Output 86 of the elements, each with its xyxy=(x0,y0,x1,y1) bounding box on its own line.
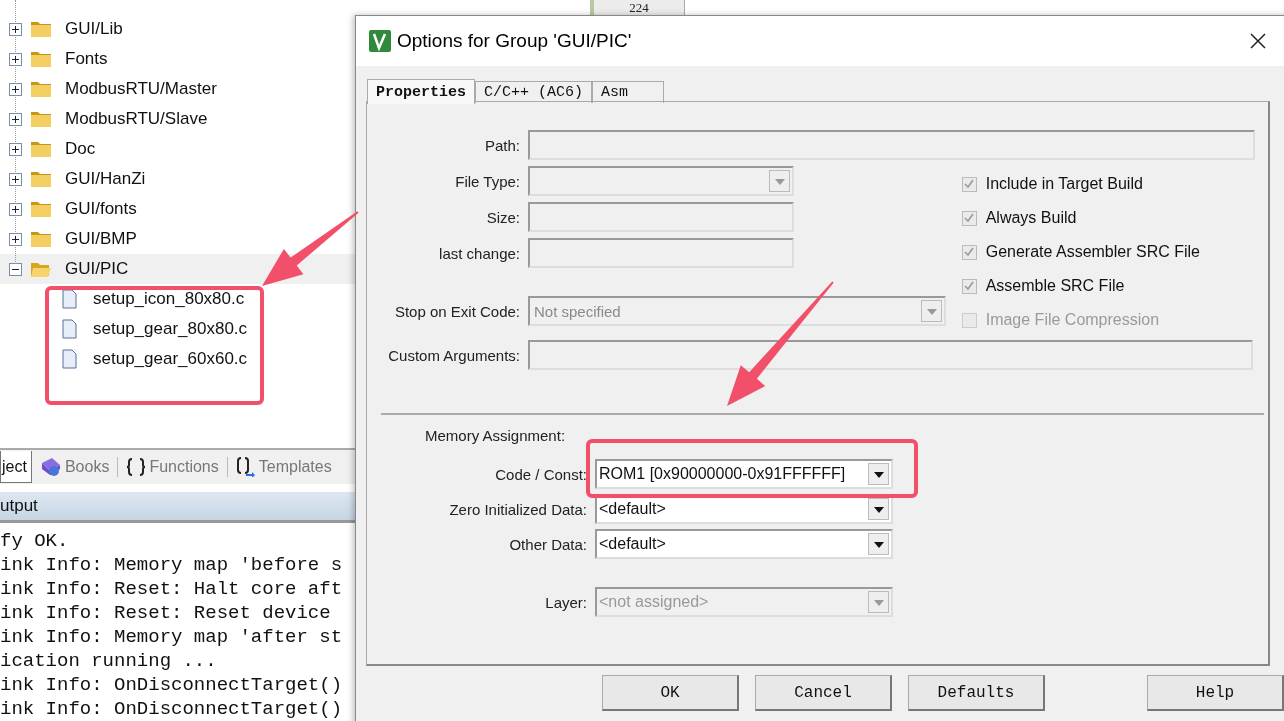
log-line: ink Info: Memory map 'after st xyxy=(0,625,343,649)
expand-icon[interactable] xyxy=(9,172,22,186)
checkbox[interactable] xyxy=(961,278,977,294)
log-line: ink Info: OnDisconnectTarget() xyxy=(0,673,343,697)
expand-icon[interactable] xyxy=(9,82,22,96)
folder-icon xyxy=(30,20,52,38)
field-label: File Type: xyxy=(454,172,520,190)
folder-icon xyxy=(30,110,52,128)
app-icon xyxy=(369,30,391,52)
panel-tab[interactable]: Templates xyxy=(231,451,336,483)
checkbox[interactable] xyxy=(961,244,977,260)
dialog-button[interactable]: Cancel xyxy=(755,675,892,711)
folder-label[interactable]: Fonts xyxy=(65,49,108,69)
dialog-title: Options for Group 'GUI/PIC' xyxy=(397,30,632,52)
field-label: Other Data: xyxy=(508,535,587,553)
file-label[interactable]: setup_gear_60x60.c xyxy=(93,349,248,369)
folder-label[interactable]: Doc xyxy=(65,139,96,159)
field-label: Layer: xyxy=(544,593,587,611)
panel-title: utput xyxy=(0,496,38,516)
folder-label[interactable]: GUI/Lib xyxy=(65,19,123,39)
checkbox-label: Always Build xyxy=(985,209,1077,227)
size-field[interactable] xyxy=(528,202,794,232)
checkbox-label: Assemble SRC File xyxy=(985,277,1125,295)
log-line: ink Info: Memory map 'before s xyxy=(0,553,343,577)
field-label: Size: xyxy=(485,208,520,226)
log-line: ink Info: Reset: Reset device xyxy=(0,601,332,625)
last-change-field[interactable] xyxy=(528,238,794,268)
field-label: Custom Arguments: xyxy=(387,346,520,364)
section-heading: Memory Assignment: xyxy=(425,427,567,444)
folder-icon xyxy=(30,50,52,68)
dialog-tab[interactable]: C/C++ (AC6) xyxy=(475,81,593,103)
panel-tab[interactable]: ject xyxy=(0,451,32,483)
custom-arguments-field[interactable] xyxy=(528,340,1253,370)
folder-icon xyxy=(30,80,52,98)
line-number: 224 xyxy=(629,1,649,15)
folder-label[interactable]: GUI/BMP xyxy=(65,229,137,249)
dialog-button[interactable]: Defaults xyxy=(908,675,1045,711)
folder-label[interactable]: GUI/HanZi xyxy=(65,169,146,189)
log-line: ication running ... xyxy=(0,649,217,673)
field-label: Zero Initialized Data: xyxy=(448,500,587,518)
dialog-tab[interactable]: Properties xyxy=(367,79,475,104)
folder-icon xyxy=(30,140,52,158)
file-icon xyxy=(62,319,77,339)
expand-icon[interactable] xyxy=(9,22,22,36)
checkbox-label: Include in Target Build xyxy=(985,175,1143,193)
folder-label[interactable]: GUI/PIC xyxy=(65,259,129,279)
template-icon xyxy=(235,457,256,477)
panel-tab[interactable]: Books xyxy=(35,451,114,483)
folder-label[interactable]: ModbusRTU/Slave xyxy=(65,109,208,129)
memory-dropdown[interactable]: <default> xyxy=(595,529,893,559)
file-label[interactable]: setup_gear_80x80.c xyxy=(93,319,248,339)
dialog-tab[interactable]: Asm xyxy=(592,81,665,103)
expand-icon[interactable] xyxy=(9,52,22,66)
log-line: ink Info: Reset: Halt core aft xyxy=(0,577,343,601)
dialog-button[interactable]: Help xyxy=(1147,675,1284,711)
path-field[interactable] xyxy=(528,130,1255,160)
field-label: Stop on Exit Code: xyxy=(393,302,520,320)
panel-tab[interactable]: Functions xyxy=(122,451,223,483)
folder-label[interactable]: GUI/fonts xyxy=(65,199,137,219)
memory-dropdown[interactable]: ROM1 [0x90000000-0x91FFFFFF] xyxy=(595,459,893,489)
file-icon xyxy=(62,289,77,309)
log-line: ink Info: OnDisconnectTarget() xyxy=(0,697,343,721)
close-icon[interactable] xyxy=(1249,32,1267,50)
open-folder-icon xyxy=(30,260,52,278)
expand-icon[interactable] xyxy=(9,112,22,126)
expand-icon[interactable] xyxy=(9,202,22,216)
field-label: Code / Const: xyxy=(494,465,587,483)
checkbox[interactable] xyxy=(961,176,977,192)
folder-label[interactable]: ModbusRTU/Master xyxy=(65,79,217,99)
expand-icon[interactable] xyxy=(9,142,22,156)
expand-icon[interactable] xyxy=(9,232,22,246)
dialog-button[interactable]: OK xyxy=(602,675,739,711)
file-icon xyxy=(62,349,77,369)
collapse-icon[interactable] xyxy=(9,262,22,276)
checkbox-label: Generate Assembler SRC File xyxy=(985,243,1200,261)
log-line: fy OK. xyxy=(0,529,69,553)
field-label: Path: xyxy=(483,136,520,154)
folder-icon xyxy=(30,200,52,218)
book-icon xyxy=(39,457,62,477)
file-label[interactable]: setup_icon_80x80.c xyxy=(93,289,245,309)
checkbox[interactable] xyxy=(961,210,977,226)
checkbox-label: Image File Compression xyxy=(985,311,1160,329)
braces-icon xyxy=(126,458,147,476)
field-label: last change: xyxy=(438,244,520,262)
folder-icon xyxy=(30,170,52,188)
folder-icon xyxy=(30,230,52,248)
